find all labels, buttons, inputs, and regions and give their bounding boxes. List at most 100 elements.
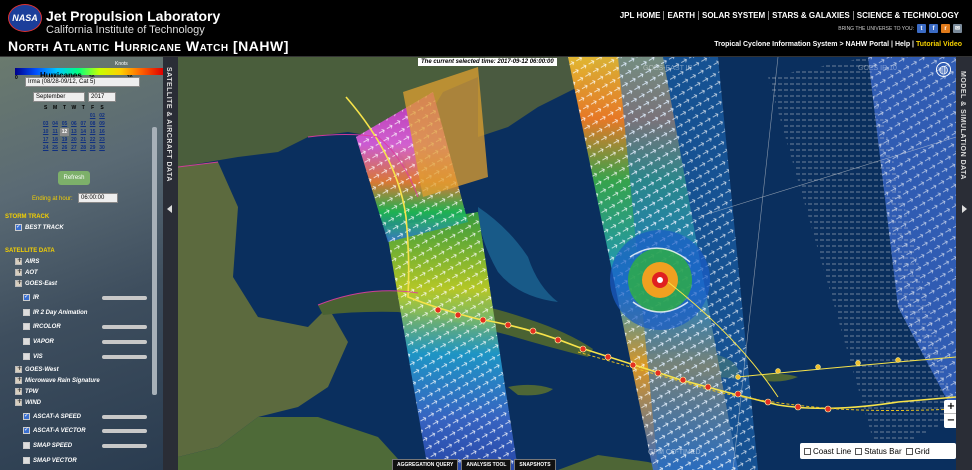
collapse-left-icon[interactable] xyxy=(167,205,172,213)
track-point[interactable] xyxy=(679,376,687,384)
jpl-title[interactable]: Jet Propulsion Laboratory xyxy=(46,8,220,24)
facebook-icon[interactable]: f xyxy=(929,24,938,33)
ascat-speed-checkbox[interactable] xyxy=(23,412,30,420)
calendar-day[interactable]: 08 xyxy=(88,120,97,128)
nav-stars-galaxies[interactable]: STARS & GALAXIES xyxy=(768,11,853,20)
track-point[interactable] xyxy=(604,353,612,361)
layer-ir[interactable]: IR xyxy=(23,293,39,301)
satellite-aircraft-tab[interactable]: SATELLITE & AIRCRAFT DATA xyxy=(163,57,178,470)
calendar-day[interactable]: 16 xyxy=(97,128,106,136)
smap-vector-checkbox[interactable] xyxy=(23,457,30,464)
layer-vis[interactable]: VIS xyxy=(23,353,43,360)
nav-earth[interactable]: EARTH xyxy=(663,11,698,20)
calendar-day[interactable]: 15 xyxy=(88,128,97,136)
calendar-day[interactable]: 09 xyxy=(97,120,106,128)
zoom-out-button[interactable]: − xyxy=(944,414,956,428)
track-point[interactable] xyxy=(579,345,587,353)
layer-wind[interactable]: WIND xyxy=(15,398,41,406)
track-point[interactable] xyxy=(734,390,742,398)
ircolor-checkbox[interactable] xyxy=(23,323,30,330)
vapor-opacity-slider[interactable] xyxy=(102,340,147,344)
layer-goes-east[interactable]: GOES-East xyxy=(15,279,57,287)
track-point[interactable] xyxy=(794,403,802,411)
snapshots-tab[interactable]: SNAPSHOTS xyxy=(514,459,556,470)
help-link[interactable]: Help xyxy=(895,41,910,48)
calendar-day[interactable]: 13 xyxy=(69,128,78,136)
ending-hour-select[interactable]: 06:00:00 xyxy=(78,193,118,203)
layer-best-track[interactable]: BEST TRACK xyxy=(15,223,64,231)
track-point[interactable] xyxy=(434,306,442,314)
aggregation-query-tab[interactable]: AGGREGATION QUERY xyxy=(392,459,459,470)
forecast-point[interactable] xyxy=(895,357,901,363)
coast-line-checkbox[interactable] xyxy=(804,447,811,455)
track-point[interactable] xyxy=(764,398,772,406)
layer-smap-speed[interactable]: SMAP SPEED xyxy=(23,442,72,449)
track-point[interactable] xyxy=(824,405,832,413)
calendar-day[interactable]: 23 xyxy=(97,136,106,144)
nasa-logo[interactable]: NASA xyxy=(8,4,42,32)
layer-microwave-rain[interactable]: Microwave Rain Signature xyxy=(15,376,100,384)
month-select[interactable]: September xyxy=(33,92,85,102)
calendar-day[interactable]: 10 xyxy=(41,128,50,136)
calendar-day[interactable]: 19 xyxy=(60,136,69,144)
ir-opacity-slider[interactable] xyxy=(102,296,147,300)
ascat-speed-opacity-slider[interactable] xyxy=(102,415,147,419)
vis-opacity-slider[interactable] xyxy=(102,355,147,359)
calendar-day[interactable]: 24 xyxy=(41,144,50,152)
zoom-in-button[interactable]: + xyxy=(944,400,956,414)
calendar-day[interactable]: 27 xyxy=(69,144,78,152)
track-point[interactable] xyxy=(454,311,462,319)
globe-icon[interactable]: ◍ xyxy=(936,62,951,77)
layer-aot[interactable]: AOT xyxy=(15,268,38,276)
calendar-day[interactable]: 06 xyxy=(69,120,78,128)
calendar-day[interactable]: 03 xyxy=(41,120,50,128)
calendar-day[interactable]: 05 xyxy=(60,120,69,128)
layer-goes-west[interactable]: GOES-West xyxy=(15,365,59,373)
track-point[interactable] xyxy=(529,327,537,335)
calendar-day[interactable]: 14 xyxy=(79,128,88,136)
forecast-point[interactable] xyxy=(775,368,781,374)
coast-line-option[interactable]: Coast Line xyxy=(804,447,851,456)
expand-icon[interactable] xyxy=(15,279,22,287)
vapor-checkbox[interactable] xyxy=(23,338,30,345)
ascat-vector-checkbox[interactable] xyxy=(23,426,30,434)
calendar-day[interactable]: 30 xyxy=(97,144,106,152)
layer-ascat-a-speed[interactable]: ASCAT-A SPEED xyxy=(23,412,81,420)
expand-icon[interactable] xyxy=(15,268,22,276)
forecast-point[interactable] xyxy=(815,364,821,370)
nav-science-technology[interactable]: SCIENCE & TECHNOLOGY xyxy=(852,11,962,20)
calendar-day[interactable]: 25 xyxy=(50,144,59,152)
calendar-day[interactable]: 07 xyxy=(79,120,88,128)
calendar-day[interactable]: 02 xyxy=(97,112,106,120)
calendar-day-selected[interactable]: 12 xyxy=(59,128,70,136)
calendar-day[interactable]: 11 xyxy=(50,128,59,136)
vis-checkbox[interactable] xyxy=(23,353,30,360)
track-point[interactable] xyxy=(554,336,562,344)
expand-icon[interactable] xyxy=(15,365,22,373)
smap-speed-opacity-slider[interactable] xyxy=(102,444,147,448)
track-point[interactable] xyxy=(479,316,487,324)
left-panel-scrollbar[interactable] xyxy=(152,127,157,395)
expand-icon[interactable] xyxy=(15,387,22,395)
ascat-vector-opacity-slider[interactable] xyxy=(102,429,147,433)
layer-airs[interactable]: AIRS xyxy=(15,257,39,265)
analysis-tool-tab[interactable]: ANALYSIS TOOL xyxy=(461,459,512,470)
collapse-right-icon[interactable] xyxy=(962,205,967,213)
ircolor-opacity-slider[interactable] xyxy=(102,325,147,329)
year-select[interactable]: 2017 xyxy=(88,92,116,102)
forecast-point[interactable] xyxy=(855,360,861,366)
smap-speed-checkbox[interactable] xyxy=(23,442,30,449)
nav-jpl-home[interactable]: JPL HOME xyxy=(617,11,664,20)
track-point[interactable] xyxy=(629,361,637,369)
crumb-nahw-portal[interactable]: NAHW Portal xyxy=(846,41,890,48)
model-simulation-tab[interactable]: MODEL & SIMULATION DATA xyxy=(956,57,972,470)
layer-vapor[interactable]: VAPOR xyxy=(23,338,54,345)
layer-ir-2day[interactable]: IR 2 Day Animation xyxy=(23,309,87,316)
calendar-day[interactable]: 17 xyxy=(41,136,50,144)
best-track-checkbox[interactable] xyxy=(15,223,22,231)
expand-icon[interactable] xyxy=(15,376,22,384)
layer-ircolor[interactable]: IRCOLOR xyxy=(23,323,61,330)
expand-icon[interactable] xyxy=(15,398,22,406)
calendar-day[interactable]: 22 xyxy=(88,136,97,144)
track-point[interactable] xyxy=(704,383,712,391)
